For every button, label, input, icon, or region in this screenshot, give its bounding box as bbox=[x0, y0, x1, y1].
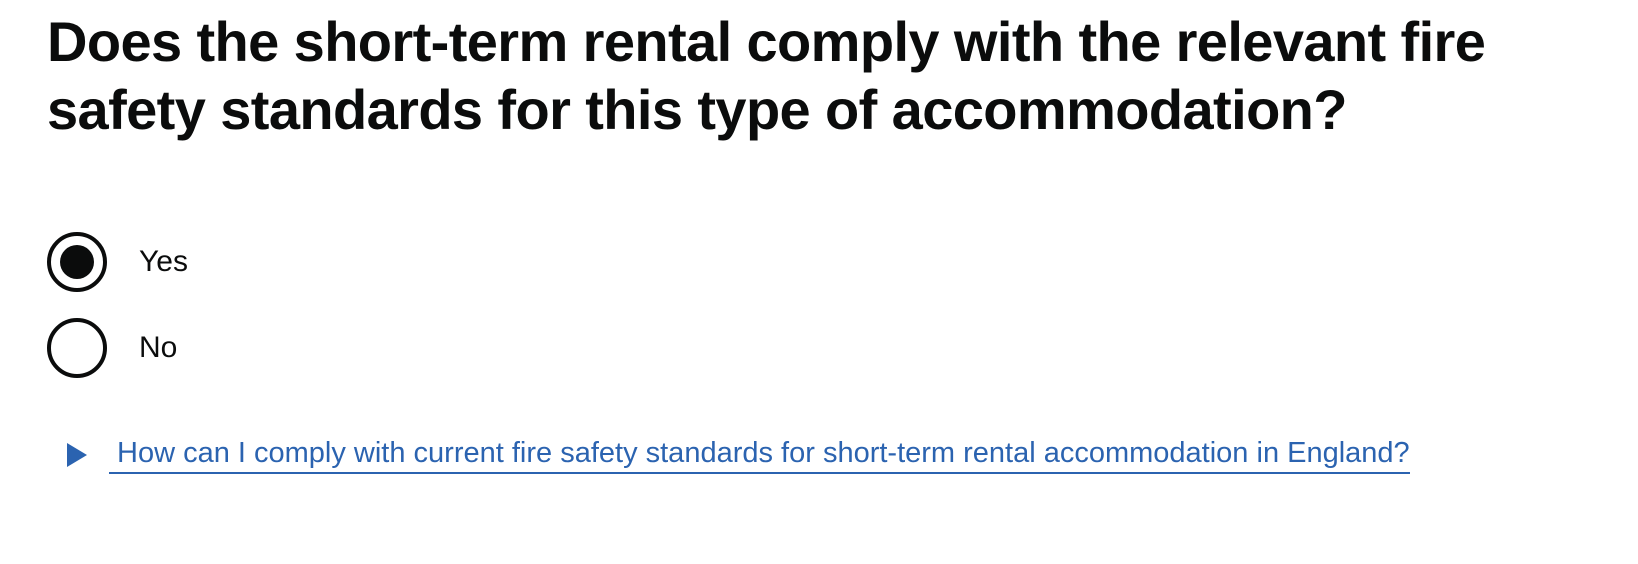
radio-button-no[interactable] bbox=[47, 318, 107, 378]
triangle-right-icon[interactable] bbox=[67, 443, 87, 467]
radio-option-yes[interactable]: Yes bbox=[47, 228, 188, 296]
radio-option-no[interactable]: No bbox=[47, 314, 188, 382]
details-summary-link[interactable]: How can I comply with current fire safet… bbox=[109, 436, 1410, 474]
radio-label-no[interactable]: No bbox=[139, 330, 177, 366]
question-page: Does the short-term rental comply with t… bbox=[47, 0, 1607, 474]
question-heading: Does the short-term rental comply with t… bbox=[47, 10, 1486, 141]
radio-button-yes[interactable] bbox=[47, 232, 107, 292]
details-toggle[interactable]: How can I comply with current fire safet… bbox=[67, 436, 1410, 474]
radio-label-yes[interactable]: Yes bbox=[139, 244, 188, 280]
radio-group: Yes No bbox=[47, 228, 188, 400]
